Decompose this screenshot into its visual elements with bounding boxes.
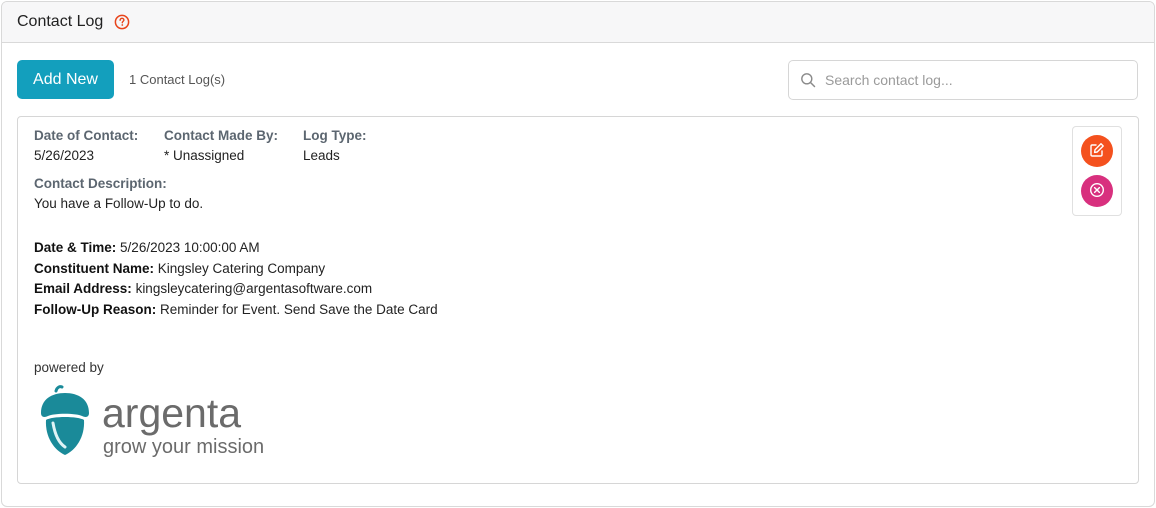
detail-label: Date & Time: [34, 240, 117, 255]
log-type: Log Type: Leads [303, 128, 367, 163]
panel-header: Contact Log [2, 2, 1154, 43]
detail-value: Kingsley Catering Company [157, 260, 326, 276]
made-by-label: Contact Made By: [164, 128, 279, 143]
detail-value: kingsleycatering@argentasoftware.com [135, 281, 373, 296]
log-actions [1072, 126, 1122, 216]
detail-line: Date & Time: 5/26/2023 10:00:00 AM [34, 238, 438, 259]
detail-value: 5/26/2023 10:00:00 AM [120, 240, 260, 255]
detail-line: Email Address: kingsleycatering@argentas… [34, 279, 438, 300]
date-of-contact: Date of Contact: 5/26/2023 [34, 128, 138, 163]
logo-tagline: grow your mission [103, 436, 264, 458]
contact-made-by: Contact Made By: * Unassigned [164, 128, 278, 163]
add-new-button[interactable]: Add New [17, 60, 114, 99]
description-label: Contact Description: [34, 176, 167, 191]
toolbar: Add New 1 Contact Log(s) [17, 60, 1138, 100]
question-circle-icon[interactable] [114, 14, 130, 30]
detail-line: Constituent Name: Kingsley Catering Comp… [34, 259, 438, 280]
follow-up-details: Date & Time: 5/26/2023 10:00:00 AM Const… [34, 238, 438, 320]
log-type-label: Log Type: [303, 128, 367, 143]
search-box[interactable] [788, 60, 1138, 100]
detail-line: Follow-Up Reason: Reminder for Event. Se… [34, 300, 438, 321]
logo-wordmark: argenta [102, 390, 241, 436]
contact-log-card: Date of Contact: 5/26/2023 Contact Made … [17, 116, 1139, 484]
made-by-value: * Unassigned [164, 148, 245, 163]
panel-title: Contact Log [17, 13, 104, 30]
date-value: 5/26/2023 [34, 148, 95, 163]
log-type-value: Leads [303, 148, 340, 163]
detail-value: Reminder for Event. Send Save the Date C… [160, 301, 438, 317]
delete-button[interactable] [1081, 175, 1113, 207]
detail-label: Follow-Up Reason: [34, 301, 157, 317]
search-input[interactable] [825, 65, 1137, 95]
powered-by-text: powered by [34, 360, 104, 375]
log-count: 1 Contact Log(s) [129, 72, 226, 87]
edit-button[interactable] [1081, 135, 1113, 167]
date-label: Date of Contact: [34, 128, 139, 143]
close-circle-icon [1089, 182, 1105, 201]
argenta-logo: argenta grow your mission [38, 385, 288, 468]
edit-icon [1089, 142, 1105, 161]
detail-label: Constituent Name: [34, 260, 155, 276]
detail-label: Email Address: [34, 281, 132, 296]
contact-description: Contact Description: You have a Follow-U… [34, 176, 203, 211]
description-value: You have a Follow-Up to do. [34, 196, 204, 211]
search-icon [800, 72, 816, 88]
contact-log-panel: Contact Log Add New 1 Contact Log(s) Dat… [1, 1, 1155, 507]
